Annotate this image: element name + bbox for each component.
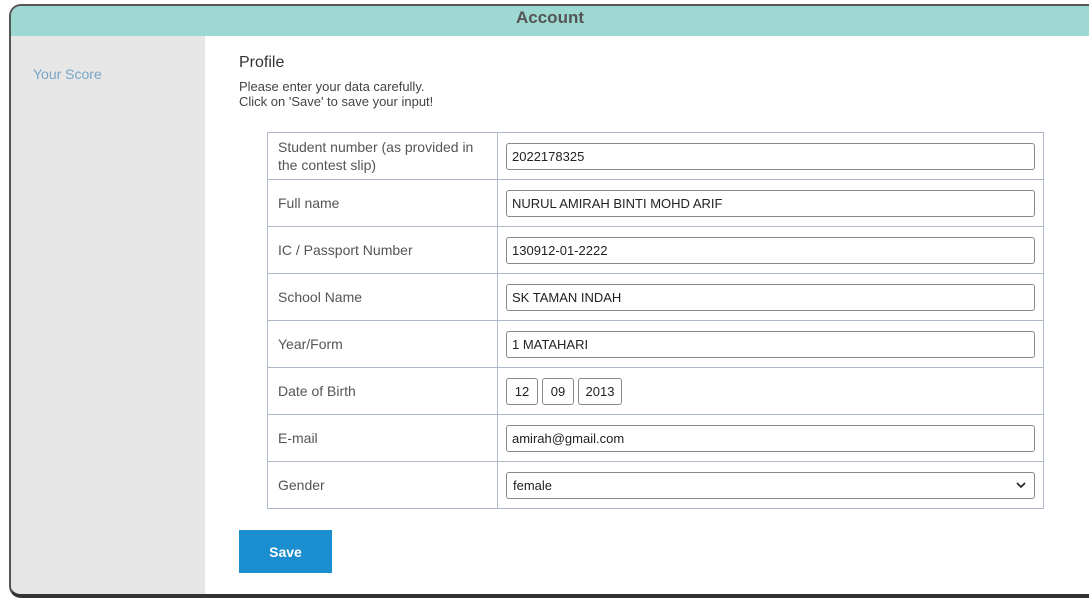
ic-passport-input[interactable] [506, 236, 1035, 264]
page-title: Account [516, 8, 584, 27]
email-cell [497, 414, 1044, 462]
ic-passport-cell [497, 226, 1044, 274]
email-input[interactable] [506, 424, 1035, 452]
email-label: E-mail [267, 414, 498, 462]
profile-heading: Profile [239, 54, 285, 71]
student-number-input[interactable] [506, 142, 1035, 170]
sidebar: Your Score [11, 36, 205, 594]
full-name-input[interactable] [506, 189, 1035, 217]
gender-label: Gender [267, 461, 498, 509]
instruction-line-1: Please enter your data carefully. [239, 79, 425, 94]
gender-cell: female [497, 461, 1044, 509]
school-name-input[interactable] [506, 283, 1035, 311]
student-number-cell [497, 132, 1044, 180]
save-button[interactable]: Save [239, 530, 332, 573]
gender-select[interactable]: female [506, 471, 1035, 499]
school-name-cell [497, 273, 1044, 321]
birth-month-input[interactable] [542, 377, 574, 405]
form-row-year-form: Year/Form [267, 320, 1044, 368]
form-row-gender: Gender female [267, 461, 1044, 509]
date-of-birth-cell [497, 367, 1044, 415]
year-form-input[interactable] [506, 330, 1035, 358]
form-row-student-number: Student number (as provided in the conte… [267, 132, 1044, 180]
instructions: Please enter your data carefully. Click … [239, 79, 433, 109]
form-row-full-name: Full name [267, 179, 1044, 227]
birth-day-input[interactable] [506, 377, 538, 405]
date-of-birth-label: Date of Birth [267, 367, 498, 415]
sidebar-item-your-score[interactable]: Your Score [33, 66, 102, 82]
year-form-label: Year/Form [267, 320, 498, 368]
profile-form: Student number (as provided in the conte… [267, 132, 1044, 509]
main-content: Profile Please enter your data carefully… [205, 36, 1089, 594]
page-header: Account [11, 6, 1089, 36]
full-name-label: Full name [267, 179, 498, 227]
year-form-cell [497, 320, 1044, 368]
school-name-label: School Name [267, 273, 498, 321]
birth-year-input[interactable] [578, 377, 622, 405]
form-row-email: E-mail [267, 414, 1044, 462]
full-name-cell [497, 179, 1044, 227]
form-row-school-name: School Name [267, 273, 1044, 321]
ic-passport-label: IC / Passport Number [267, 226, 498, 274]
instruction-line-2: Click on 'Save' to save your input! [239, 94, 434, 109]
form-row-date-of-birth: Date of Birth [267, 367, 1044, 415]
gender-select-value: female [513, 477, 553, 493]
chevron-down-icon [1016, 473, 1026, 507]
account-window: Account Your Score Profile Please enter … [9, 4, 1089, 598]
form-row-ic-passport: IC / Passport Number [267, 226, 1044, 274]
student-number-label: Student number (as provided in the conte… [267, 132, 498, 180]
